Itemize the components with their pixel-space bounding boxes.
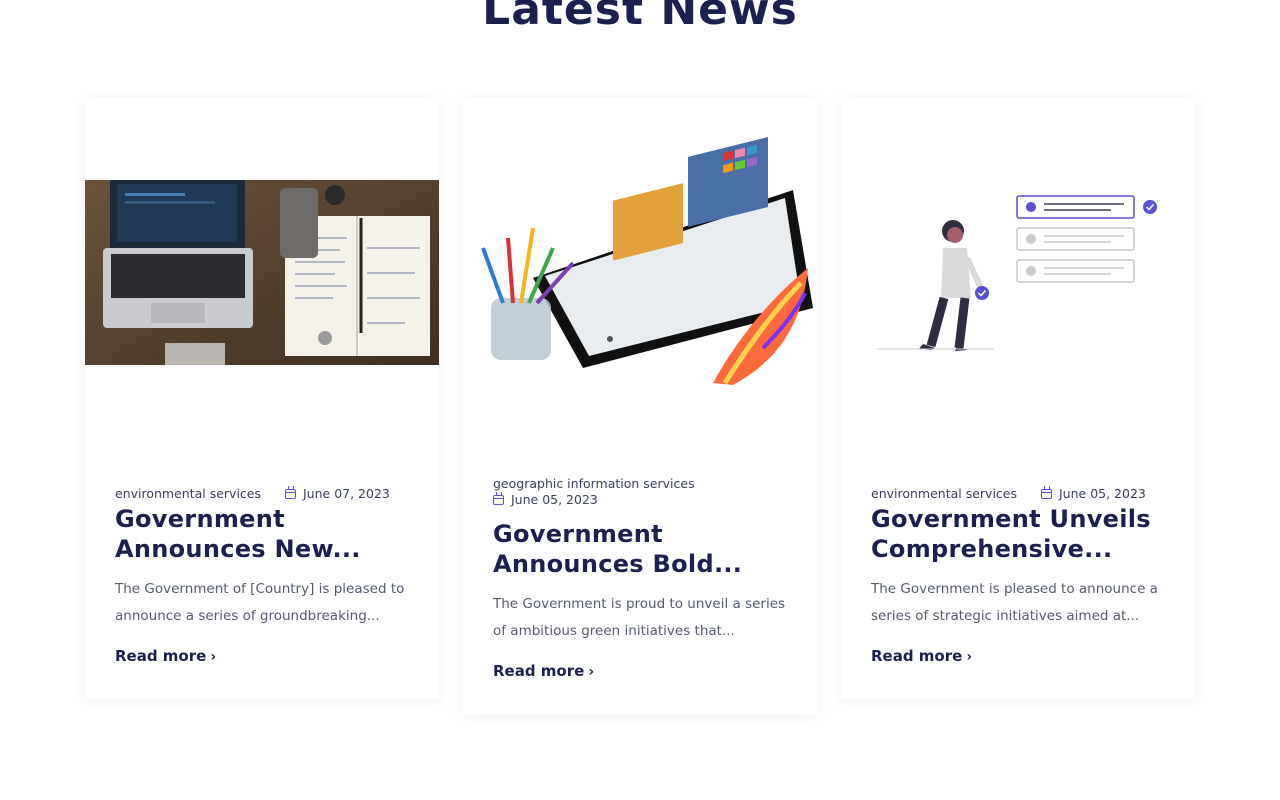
post-category[interactable]: geographic information services <box>493 476 793 491</box>
calendar-icon <box>1041 486 1052 499</box>
read-more-link[interactable]: Read more › <box>115 647 216 665</box>
chevron-right-icon: › <box>210 649 217 665</box>
calendar-icon <box>493 492 504 505</box>
read-more-label: Read more <box>871 647 963 665</box>
section-title: Latest News <box>482 0 798 35</box>
post-meta: geographic information services June 05,… <box>493 476 793 507</box>
post-category[interactable]: environmental services <box>115 486 261 501</box>
post-title[interactable]: Government Announces Bold... <box>493 519 793 579</box>
news-card: environmental services June 05, 2023 Gov… <box>841 98 1195 699</box>
post-title[interactable]: Government Unveils Comprehensive... <box>871 504 1171 564</box>
post-excerpt: The Government is proud to unveil a seri… <box>493 596 786 639</box>
post-meta: environmental services June 07, 2023 <box>115 486 390 501</box>
post-image[interactable] <box>85 98 439 448</box>
read-more-label: Read more <box>493 662 585 680</box>
post-title[interactable]: Government Announces New... <box>115 504 415 564</box>
post-image[interactable] <box>463 98 817 448</box>
news-card: environmental services June 07, 2023 Gov… <box>85 98 439 699</box>
post-category[interactable]: environmental services <box>871 486 1017 501</box>
post-date: June 05, 2023 <box>511 492 598 507</box>
post-meta: environmental services June 05, 2023 <box>871 486 1146 501</box>
post-date: June 07, 2023 <box>303 486 390 501</box>
news-card: geographic information services June 05,… <box>463 98 817 714</box>
read-more-link[interactable]: Read more › <box>493 662 594 680</box>
chevron-right-icon: › <box>588 664 595 680</box>
chevron-right-icon: › <box>966 649 973 665</box>
post-excerpt: The Government is pleased to announce a … <box>871 581 1158 624</box>
read-more-label: Read more <box>115 647 207 665</box>
post-image[interactable] <box>841 98 1195 448</box>
calendar-icon <box>285 486 296 499</box>
post-excerpt: The Government of [Country] is pleased t… <box>115 581 405 624</box>
read-more-link[interactable]: Read more › <box>871 647 972 665</box>
post-date: June 05, 2023 <box>1059 486 1146 501</box>
